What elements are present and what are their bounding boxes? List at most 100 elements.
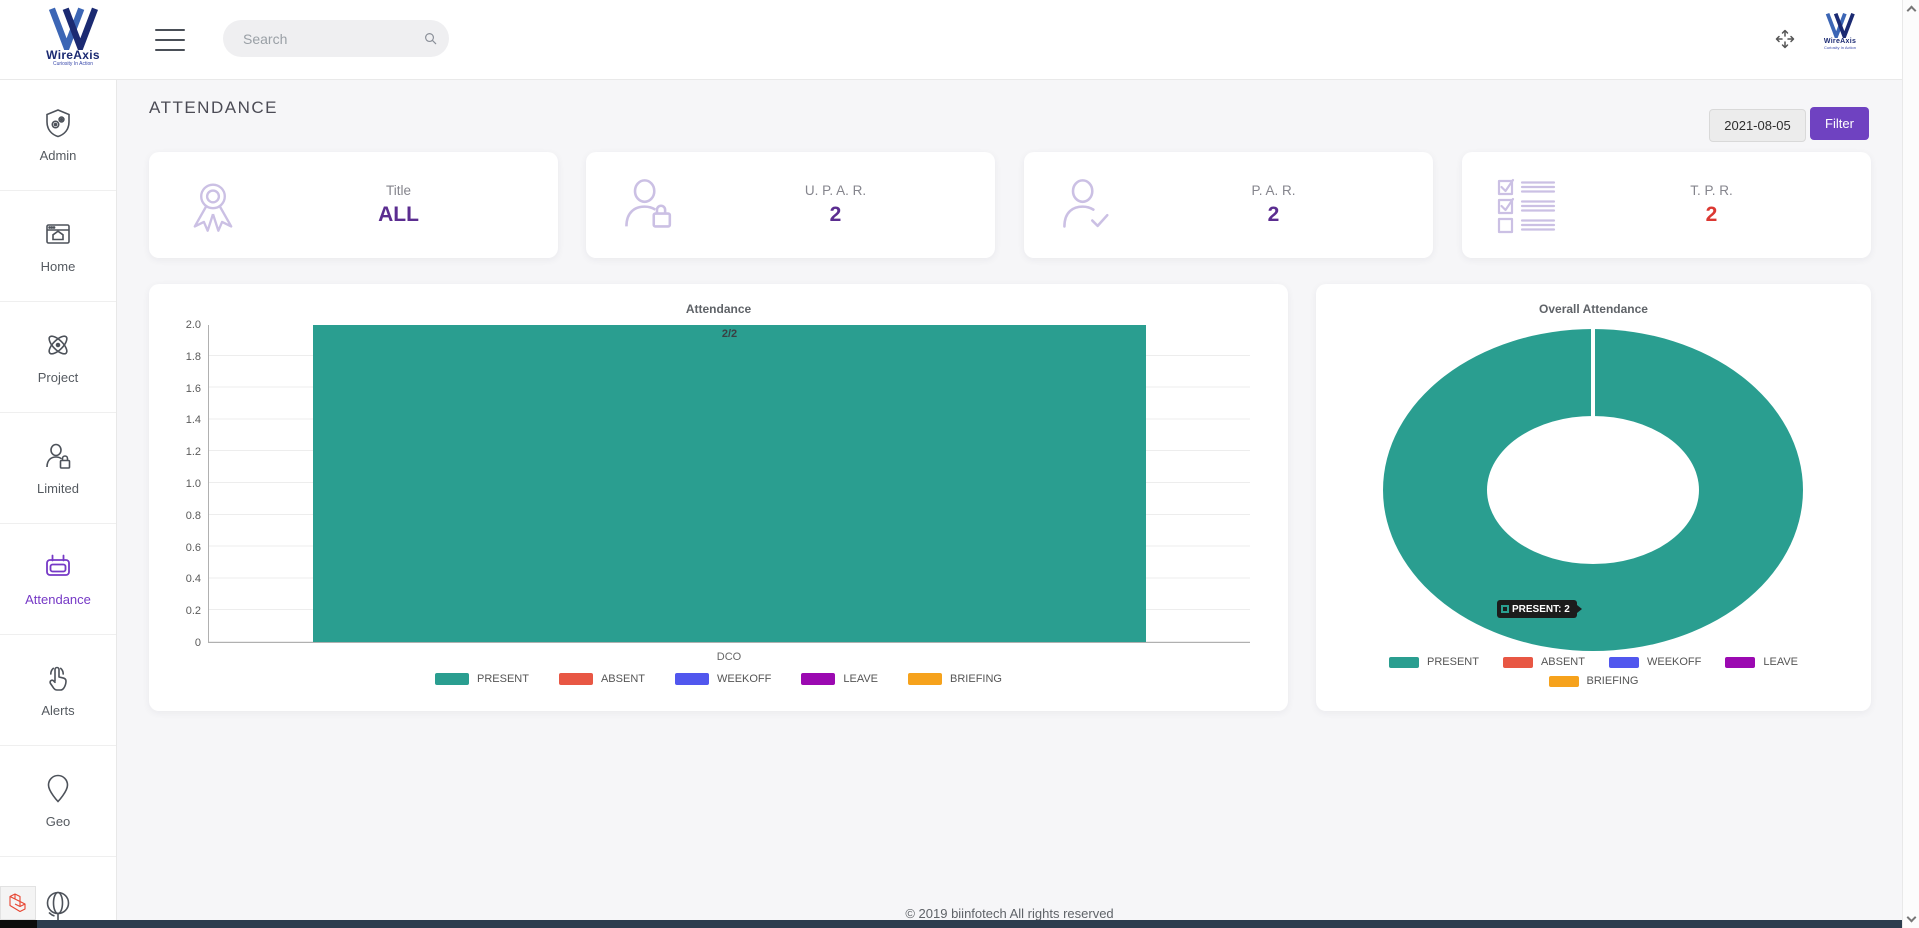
browser-home-icon: [42, 218, 74, 250]
horizontal-scrollbar-thumb[interactable]: [37, 920, 1902, 928]
stat-value: 2: [1134, 203, 1413, 227]
hamburger-menu-icon[interactable]: [155, 29, 185, 51]
debugbar-strip: [0, 920, 37, 928]
laravel-icon: [7, 892, 29, 914]
leave-swatch: [801, 673, 835, 685]
brand-logo[interactable]: WireAxis Curiosity In Action: [28, 6, 118, 67]
bar-chart-title: Attendance: [149, 302, 1288, 316]
brand-tagline: Curiosity In Action: [28, 61, 118, 67]
sidebar-item-project[interactable]: Project: [0, 302, 116, 413]
user-lock-icon: [42, 440, 74, 472]
page-title: ATTENDANCE: [149, 98, 278, 118]
calendar-icon: [42, 551, 74, 583]
scroll-down-arrow-icon[interactable]: [1907, 913, 1917, 923]
stat-value: 2: [1572, 203, 1851, 227]
stat-label: U. P. A. R.: [696, 183, 975, 198]
tooltip-text: PRESENT: 2: [1512, 604, 1570, 615]
search-icon[interactable]: [424, 29, 437, 48]
legend-item-absent[interactable]: ABSENT: [559, 673, 645, 685]
sidebar-item-label: Admin: [40, 148, 77, 163]
overall-attendance-donut-chart: Overall Attendance PRESENT: 2 PRESENT AB…: [1316, 284, 1871, 711]
filter-button[interactable]: Filter: [1810, 107, 1869, 140]
legend-item-briefing[interactable]: BRIEFING: [1549, 675, 1639, 687]
briefing-swatch: [1549, 676, 1579, 687]
sidebar-item-label: Attendance: [25, 592, 91, 607]
sidebar-item-attendance[interactable]: Attendance: [0, 524, 116, 635]
brand-tagline: Curiosity In Action: [1818, 45, 1862, 50]
sidebar-item-home[interactable]: Home: [0, 191, 116, 302]
legend-item-present[interactable]: PRESENT: [435, 673, 529, 685]
bar-chart-x-label: DCO: [208, 651, 1250, 663]
sidebar-item-label: Alerts: [41, 703, 74, 718]
laravel-debugbar-button[interactable]: [0, 886, 36, 920]
stat-value: ALL: [259, 203, 538, 227]
sidebar-item-admin[interactable]: Admin: [0, 80, 116, 191]
bar-chart-plot-area: 2/2: [208, 325, 1250, 643]
wireaxis-logo-icon: [44, 6, 102, 50]
stat-label: T. P. R.: [1572, 183, 1851, 198]
app-root: WireAxis Curiosity In Action: [0, 0, 1919, 928]
wireaxis-logo-icon: [1823, 12, 1857, 38]
brand-name: WireAxis: [1818, 38, 1862, 45]
brand-name: WireAxis: [28, 50, 118, 61]
donut-chart-title: Overall Attendance: [1316, 302, 1871, 316]
present-bar[interactable]: 2/2: [313, 325, 1146, 642]
user-lock-icon: [620, 175, 680, 235]
sidebar-item-label: Home: [41, 259, 76, 274]
user-check-icon: [1058, 175, 1118, 235]
weekoff-swatch: [1609, 657, 1639, 668]
shield-gears-icon: [42, 107, 74, 139]
sidebar-item-alerts[interactable]: Alerts: [0, 635, 116, 746]
stat-card-par: P. A. R. 2: [1024, 152, 1433, 258]
attendance-bar-chart: Attendance 2.0 1.8 1.6 1.4 1.2 1.0 0.8 0…: [149, 284, 1288, 711]
stat-card-tpr: T. P. R. 2: [1462, 152, 1871, 258]
present-swatch: [1389, 657, 1419, 668]
donut-ring[interactable]: [1381, 327, 1805, 653]
stat-label: Title: [259, 183, 538, 198]
map-pin-icon: [42, 773, 74, 805]
main-content: ATTENDANCE Filter Title ALL: [117, 80, 1902, 928]
bar-value-label: 2/2: [313, 328, 1146, 340]
weekoff-swatch: [675, 673, 709, 685]
donut-legend-row-1: PRESENT ABSENT WEEKOFF LEAVE: [1316, 656, 1871, 668]
sidebar-item-label: Project: [38, 370, 78, 385]
legend-item-absent[interactable]: ABSENT: [1503, 656, 1585, 668]
vertical-scrollbar[interactable]: [1902, 0, 1919, 928]
tooltip-swatch: [1501, 605, 1509, 613]
leave-swatch: [1725, 657, 1755, 668]
sidebar-item-limited[interactable]: Limited: [0, 413, 116, 524]
horizontal-scrollbar[interactable]: [0, 920, 1902, 928]
stat-card-upar: U. P. A. R. 2: [586, 152, 995, 258]
legend-item-leave[interactable]: LEAVE: [1725, 656, 1798, 668]
search-bar: [223, 20, 449, 57]
date-filter-input[interactable]: [1709, 109, 1806, 142]
absent-swatch: [1503, 657, 1533, 668]
scroll-up-arrow-icon[interactable]: [1907, 6, 1917, 16]
stat-value: 2: [696, 203, 975, 227]
fullscreen-icon[interactable]: [1772, 26, 1798, 52]
briefing-swatch: [908, 673, 942, 685]
bar-chart-y-axis: 2.0 1.8 1.6 1.4 1.2 1.0 0.8 0.6 0.4 0.2 …: [157, 318, 201, 650]
present-swatch: [435, 673, 469, 685]
copyright-footer: © 2019 biinfotech All rights reserved: [117, 906, 1902, 921]
search-input[interactable]: [243, 31, 424, 47]
legend-item-weekoff[interactable]: WEEKOFF: [675, 673, 771, 685]
sidebar-nav: Admin Home Project: [0, 80, 117, 928]
stat-label: P. A. R.: [1134, 183, 1413, 198]
sidebar-item-label: Limited: [37, 481, 79, 496]
atom-icon: [42, 329, 74, 361]
legend-item-weekoff[interactable]: WEEKOFF: [1609, 656, 1701, 668]
sidebar-item-geo[interactable]: Geo: [0, 746, 116, 857]
donut-tooltip: PRESENT: 2: [1497, 600, 1577, 618]
legend-item-present[interactable]: PRESENT: [1389, 656, 1479, 668]
sidebar-item-label: Geo: [46, 814, 71, 829]
brand-logo-small[interactable]: WireAxis Curiosity In Action: [1818, 12, 1862, 50]
legend-item-leave[interactable]: LEAVE: [801, 673, 878, 685]
top-header: WireAxis Curiosity In Action: [0, 0, 1902, 80]
award-icon: [183, 175, 243, 235]
checklist-icon: [1496, 176, 1572, 234]
stat-card-title: Title ALL: [149, 152, 558, 258]
bar-chart-legend: PRESENT ABSENT WEEKOFF LEAVE BRIEFING: [149, 673, 1288, 685]
legend-item-briefing[interactable]: BRIEFING: [908, 673, 1002, 685]
tap-icon: [42, 662, 74, 694]
